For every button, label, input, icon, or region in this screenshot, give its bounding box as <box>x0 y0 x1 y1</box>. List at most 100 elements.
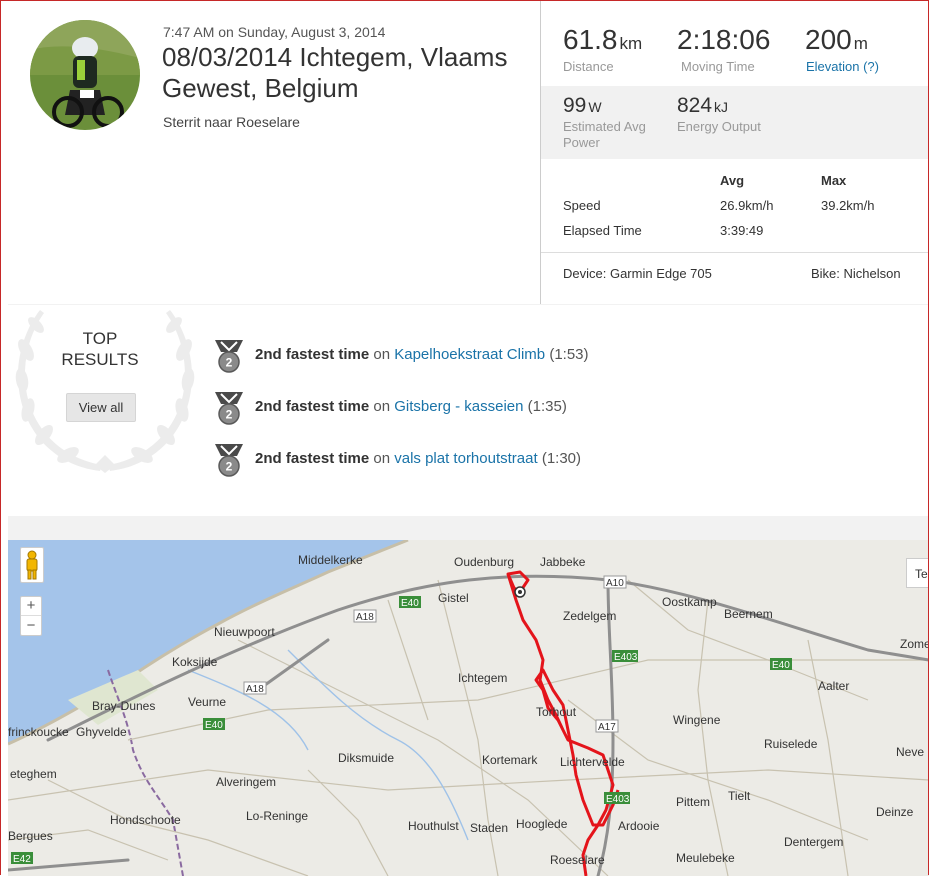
bike-info: Bike: Nichelson <box>811 266 901 281</box>
map-town-label: Veurne <box>188 695 226 709</box>
map-town-label: Koksijde <box>172 655 218 669</box>
view-all-button[interactable]: View all <box>66 393 136 422</box>
power-label: Estimated Avg Power <box>563 119 646 150</box>
road-label: E40 <box>401 598 419 609</box>
road-label: A17 <box>598 722 616 733</box>
map-town-label: Aalter <box>818 679 849 693</box>
map-town-label: Ardooie <box>618 819 660 833</box>
map-town-label: Bergues <box>8 829 53 843</box>
map-town-label: Houthulst <box>408 819 459 833</box>
map-town-label: Kortemark <box>482 753 538 767</box>
map-town-label: Oudenburg <box>454 555 514 569</box>
elevation-unit: m <box>853 34 868 53</box>
map-town-label: Nieuwpoort <box>214 625 275 639</box>
moving-time-stat: 2:18:06 <box>677 24 770 56</box>
avg-column-header: Avg <box>720 173 745 188</box>
result-on-text: on <box>373 398 391 415</box>
map-town-label: Ichtegem <box>458 671 507 685</box>
moving-time-value: 2:18:06 <box>677 24 771 55</box>
map-town-label: Meulebeke <box>676 851 735 865</box>
map-town-label: Pittem <box>676 795 710 809</box>
segment-link-kapelhoekstraat[interactable]: Kapelhoekstraat Climb <box>394 346 545 363</box>
athlete-avatar[interactable] <box>30 20 140 130</box>
moving-time-label: Moving Time <box>681 59 755 74</box>
result-item: 2nd fastest time on Kapelhoekstraat Clim… <box>255 346 589 363</box>
avatar-photo <box>30 20 140 130</box>
map-town-label: Wingene <box>673 713 721 727</box>
map-town-label: Beernem <box>724 607 773 621</box>
map-town-label: Dentergem <box>784 835 843 849</box>
elevation-value: 200 <box>805 24 852 55</box>
map-town-label: Hondschoote <box>110 813 181 827</box>
activity-timestamp: 7:47 AM on Sunday, August 3, 2014 <box>163 24 386 40</box>
map-town-label: frinckoucke <box>8 725 69 739</box>
map-town-label: Neve <box>896 745 924 759</box>
map-town-label: Ghyvelde <box>76 725 127 739</box>
speed-label: Speed <box>563 198 601 213</box>
street-view-pegman-icon[interactable] <box>20 547 44 583</box>
medal-rank-number: 2 <box>226 356 233 370</box>
activity-description: Sterrit naar Roeselare <box>163 114 300 130</box>
map-town-label: Roeselare <box>550 853 605 867</box>
elapsed-time-avg: 3:39:49 <box>720 223 764 238</box>
map-type-button[interactable]: Te <box>906 558 929 588</box>
max-column-header: Max <box>821 173 847 188</box>
result-rank-text: 2nd fastest time <box>255 450 370 467</box>
stats-table-divider <box>541 252 929 253</box>
result-item: 2nd fastest time on vals plat torhoutstr… <box>255 450 581 467</box>
distance-label: Distance <box>563 59 614 74</box>
zoom-control: + − <box>20 596 42 636</box>
map-town-label: Lo-Reninge <box>246 809 308 823</box>
map-town-label: Staden <box>470 821 508 835</box>
road-label: E42 <box>13 854 31 865</box>
map-town-label: Ruiselede <box>764 737 818 751</box>
map-town-label: Jabbeke <box>540 555 586 569</box>
energy-value: 824 <box>677 94 713 117</box>
road-label: E403 <box>606 794 630 805</box>
elevation-stat: 200 m <box>805 24 868 56</box>
silver-medal-icon: 2 <box>215 392 243 425</box>
elevation-help-link[interactable]: Elevation (?) <box>806 59 879 75</box>
activity-title: 08/03/2014 Ichtegem, Vlaams Gewest, Belg… <box>162 42 508 103</box>
road-label: E40 <box>205 720 223 731</box>
map-town-label: Torhout <box>536 705 577 719</box>
power-stat: 99 W <box>563 94 602 118</box>
distance-value: 61.8 <box>563 24 618 55</box>
medal-rank-number: 2 <box>226 460 233 474</box>
top-results-title-line2: RESULTS <box>61 350 139 369</box>
result-on-text: on <box>373 346 391 363</box>
map-town-label: eteghem <box>10 767 57 781</box>
map-town-label: Bray-Dunes <box>92 699 155 713</box>
speed-max: 39.2km/h <box>821 198 875 213</box>
segment-link-vals-plat[interactable]: vals plat torhoutstraat <box>394 450 537 467</box>
elapsed-time-label: Elapsed Time <box>563 223 642 238</box>
road-label: A18 <box>246 684 264 695</box>
energy-stat: 824 kJ <box>677 94 728 118</box>
device-info: Device: Garmin Edge 705 <box>563 266 712 281</box>
zoom-out-button[interactable]: − <box>21 616 41 635</box>
map-town-label: Zedelgem <box>563 609 616 623</box>
map-town-label: Alveringem <box>216 775 276 789</box>
zoom-in-button[interactable]: + <box>21 597 41 616</box>
map-town-label: Hooglede <box>516 817 568 831</box>
map-town-label: Oostkamp <box>662 595 717 609</box>
map-canvas[interactable]: A10 A18 E40 A18 E403 E40 A17 E40 E403 E4… <box>8 540 929 876</box>
map-town-label: Diksmuide <box>338 751 394 765</box>
map-town-label: Middelkerke <box>298 553 363 567</box>
distance-stat: 61.8 km <box>563 24 642 56</box>
result-time: (1:30) <box>541 450 582 467</box>
medal-rank-number: 2 <box>226 408 233 422</box>
top-results-title: TOP RESULTS <box>40 328 160 370</box>
silver-medal-icon: 2 <box>215 340 243 373</box>
result-item: 2nd fastest time on Gitsberg - kasseien … <box>255 398 567 415</box>
segment-link-gitsberg[interactable]: Gitsberg - kasseien <box>394 398 523 415</box>
road-label: E403 <box>614 652 638 663</box>
silver-medal-icon: 2 <box>215 444 243 477</box>
distance-unit: km <box>619 34 643 53</box>
top-results-title-line1: TOP <box>82 329 118 348</box>
road-label: E40 <box>772 660 790 671</box>
route-map[interactable]: A10 A18 E40 A18 E403 E40 A17 E40 E403 E4… <box>8 540 929 876</box>
map-town-label: Lichtervelde <box>560 755 625 769</box>
road-label: A10 <box>606 578 624 589</box>
map-town-label: Zome <box>900 637 929 651</box>
